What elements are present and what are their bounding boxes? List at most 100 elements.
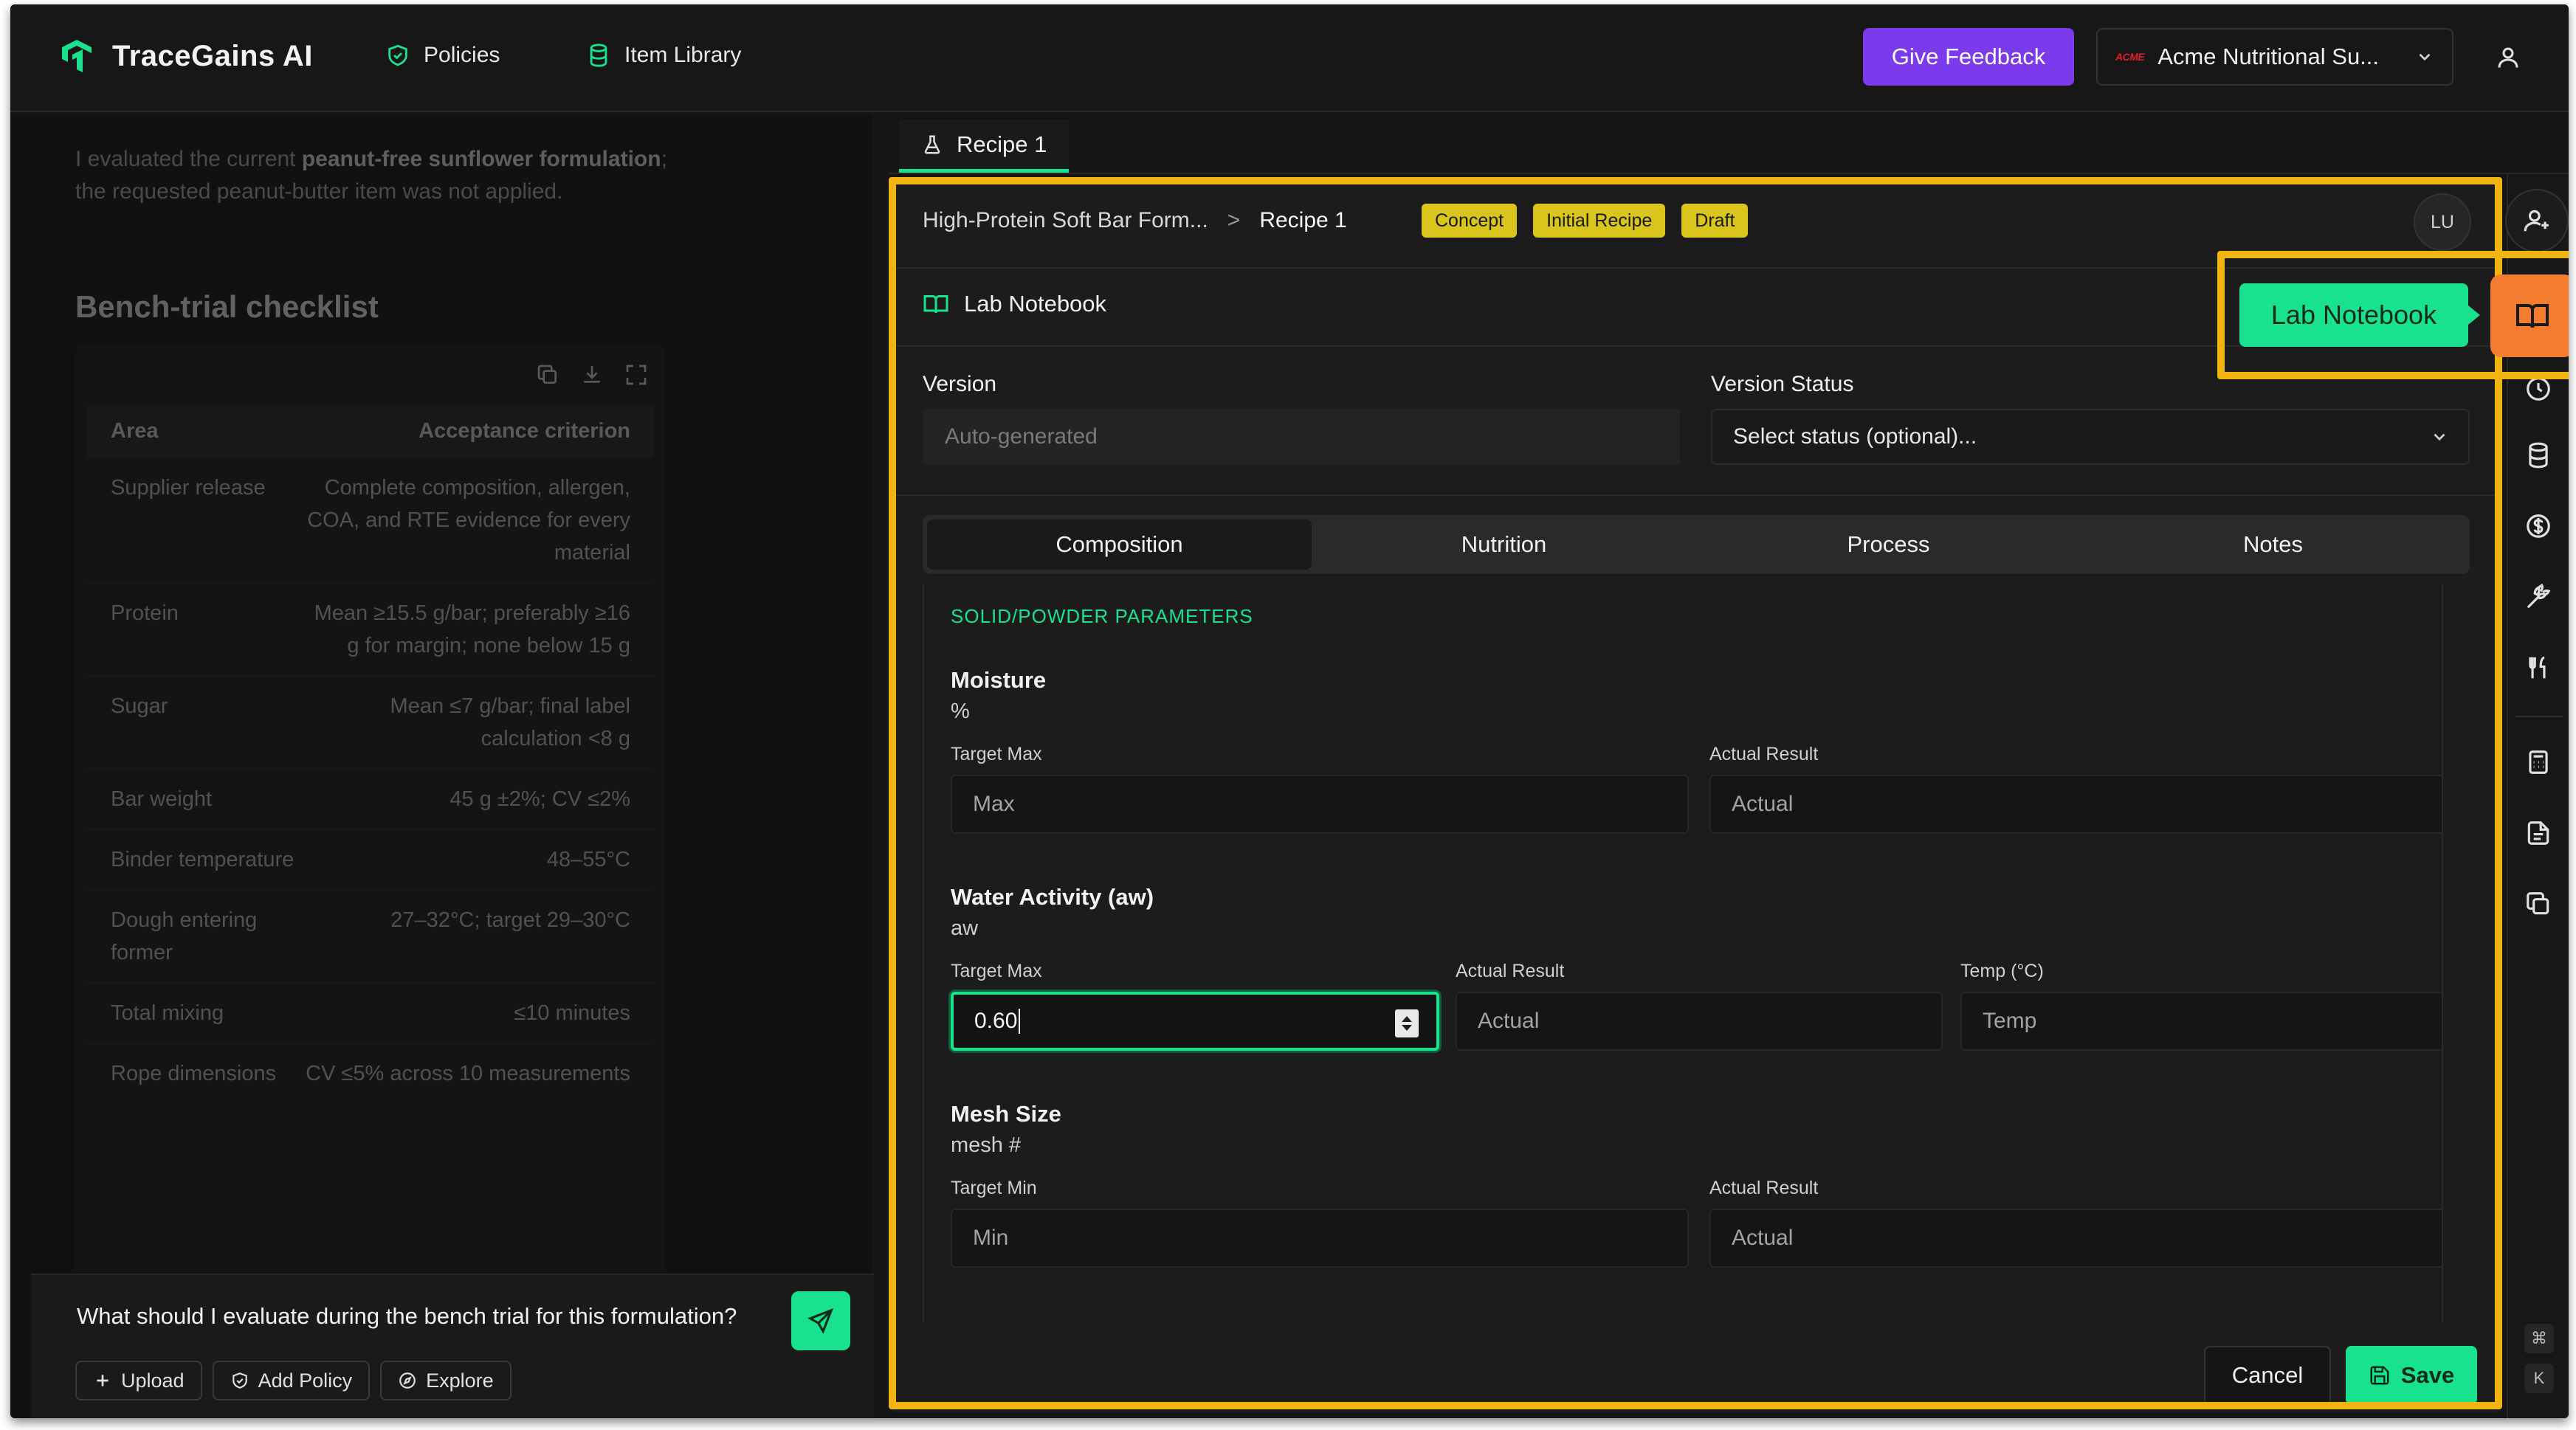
section-title: SOLID/POWDER PARAMETERS (951, 605, 1253, 627)
flask-icon (924, 135, 940, 153)
dollar-icon[interactable] (2524, 512, 2552, 540)
table-cell: Binder temperature (111, 848, 295, 871)
nav-item-library[interactable]: Item Library (586, 43, 741, 68)
organization-select[interactable]: ACME Acme Nutritional Su... (2096, 28, 2453, 86)
wheat-icon[interactable] (2524, 583, 2552, 611)
chat-input[interactable]: What should I evaluate during the bench … (77, 1303, 737, 1330)
table-cell: Total mixing (111, 1001, 224, 1025)
divider (893, 267, 2499, 269)
add-collaborator-button[interactable] (2505, 189, 2569, 252)
version-status-select[interactable]: Select status (optional)... (1711, 409, 2470, 465)
stepper-down-icon[interactable] (1402, 1025, 1412, 1031)
utensils-icon[interactable] (2524, 654, 2552, 682)
database-icon[interactable] (2524, 441, 2552, 469)
save-button[interactable]: Save (2346, 1346, 2477, 1405)
composition-form[interactable]: SOLID/POWDER PARAMETERS Moisture % Targe… (923, 584, 2443, 1322)
avatar[interactable]: LU (2414, 193, 2471, 251)
water-activity-temp-input[interactable]: Temp (1960, 992, 2442, 1051)
table-row: Supplier release Complete composition, al… (87, 457, 654, 582)
tracegains-logo-icon (62, 40, 92, 72)
download-icon[interactable] (580, 363, 604, 387)
breadcrumb-parent[interactable]: High-Protein Soft Bar Form... (923, 208, 1208, 233)
table-cell: Supplier release (111, 476, 266, 500)
table-row: Rope dimensions CV ≤5% across 10 measurem… (87, 1043, 654, 1103)
water-activity-unit: aw (951, 916, 979, 940)
breadcrumb-current: Recipe 1 (1259, 208, 1347, 232)
copy-icon[interactable] (536, 363, 559, 387)
send-icon (807, 1308, 834, 1334)
mesh-size-target-input[interactable]: Min (951, 1209, 1689, 1268)
top-bar: TraceGains AI Policies Item Library Give… (10, 4, 2569, 112)
table-row: Binder temperature 48–55°C (87, 829, 654, 889)
upload-button[interactable]: Upload (75, 1361, 202, 1400)
table-toolbar (536, 363, 648, 387)
expand-icon[interactable] (624, 363, 648, 387)
badge-concept: Concept (1422, 204, 1518, 238)
badge-draft: Draft (1681, 204, 1749, 238)
lab-notebook-button[interactable] (2490, 274, 2569, 357)
chat-history[interactable]: I evaluated the current peanut-free sunf… (52, 114, 856, 1272)
water-activity-name: Water Activity (aw) (951, 884, 1154, 910)
tab-process[interactable]: Process (1696, 519, 2081, 570)
history-icon[interactable] (2524, 375, 2552, 403)
breadcrumb-separator: > (1227, 208, 1241, 232)
tab-composition[interactable]: Composition (927, 519, 1312, 570)
table-cell: Rope dimensions (111, 1062, 277, 1085)
lab-notebook-title: Lab Notebook (964, 291, 1107, 317)
brand[interactable]: TraceGains AI (58, 37, 313, 75)
status-badges: Concept Initial Recipe Draft (1422, 204, 1749, 238)
assistant-message: I evaluated the current peanut-free sunf… (75, 147, 667, 204)
calculator-icon[interactable] (2524, 748, 2552, 776)
divider (2515, 716, 2563, 717)
nav-item-library-label: Item Library (624, 43, 742, 67)
lab-notebook-header: Lab Notebook (923, 291, 1106, 317)
cancel-button[interactable]: Cancel (2204, 1346, 2331, 1405)
moisture-target-input[interactable]: Max (951, 775, 1689, 834)
moisture-target-label: Target Max (951, 744, 1042, 764)
water-activity-temp-label: Temp (°C) (1960, 961, 2044, 981)
water-activity-actual-input[interactable]: Actual (1456, 992, 1943, 1051)
shortcut-cmd-key: ⌘ (2524, 1324, 2554, 1353)
mesh-size-actual-input[interactable]: Actual (1709, 1209, 2442, 1268)
moisture-name: Moisture (951, 667, 1047, 693)
stepper-up-icon[interactable] (1402, 1016, 1412, 1022)
tab-notes[interactable]: Notes (2081, 519, 2465, 570)
chat-pane: I evaluated the current peanut-free sunf… (10, 114, 874, 1418)
table-cell: CV ≤5% across 10 measurements (306, 1062, 630, 1085)
shortcut-k-key: K (2524, 1364, 2554, 1393)
water-activity-actual-label: Actual Result (1456, 961, 1565, 981)
organization-name: Acme Nutritional Su... (2157, 44, 2380, 69)
explore-label: Explore (426, 1369, 494, 1392)
document-icon[interactable] (2524, 819, 2552, 847)
moisture-unit: % (951, 700, 970, 723)
mesh-size-name: Mesh Size (951, 1101, 1061, 1127)
give-feedback-button[interactable]: Give Feedback (1863, 28, 2074, 86)
composer-actions: Upload Add Policy Explore (75, 1361, 512, 1400)
water-activity-target-input[interactable]: 0.60 (951, 992, 1439, 1051)
number-stepper[interactable] (1395, 1009, 1419, 1037)
checklist-heading: Bench-trial checklist (75, 289, 379, 324)
version-input[interactable]: Auto-generated (923, 409, 1680, 465)
send-button[interactable] (791, 1291, 850, 1350)
table-row: Dough entering former 27–32°C; target 29–… (87, 889, 654, 982)
shield-check-icon (388, 44, 407, 66)
table-cell: 45 g ±2%; CV ≤2% (450, 787, 630, 811)
right-toolbar: ⌘ K (2507, 174, 2569, 1418)
version-status-placeholder: Select status (optional)... (1733, 424, 1977, 449)
user-icon[interactable] (2495, 44, 2521, 71)
explore-button[interactable]: Explore (380, 1361, 512, 1400)
tab-recipe-1[interactable]: Recipe 1 (899, 120, 1070, 173)
nav-policies-label: Policies (424, 43, 500, 67)
breadcrumb: High-Protein Soft Bar Form... > Recipe 1 (923, 208, 1347, 233)
version-label: Version (923, 372, 997, 396)
table-cell: 27–32°C; target 29–30°C (390, 908, 630, 932)
plus-icon (97, 1375, 109, 1386)
nav-policies[interactable]: Policies (385, 43, 500, 68)
copy-icon[interactable] (2524, 890, 2552, 918)
tab-nutrition[interactable]: Nutrition (1312, 519, 1696, 570)
moisture-actual-input[interactable]: Actual (1709, 775, 2442, 834)
compass-icon (399, 1372, 416, 1389)
chat-composer: What should I evaluate during the bench … (31, 1274, 874, 1418)
add-policy-button[interactable]: Add Policy (212, 1361, 371, 1400)
water-activity-target-value: 0.60 (974, 1009, 1018, 1033)
